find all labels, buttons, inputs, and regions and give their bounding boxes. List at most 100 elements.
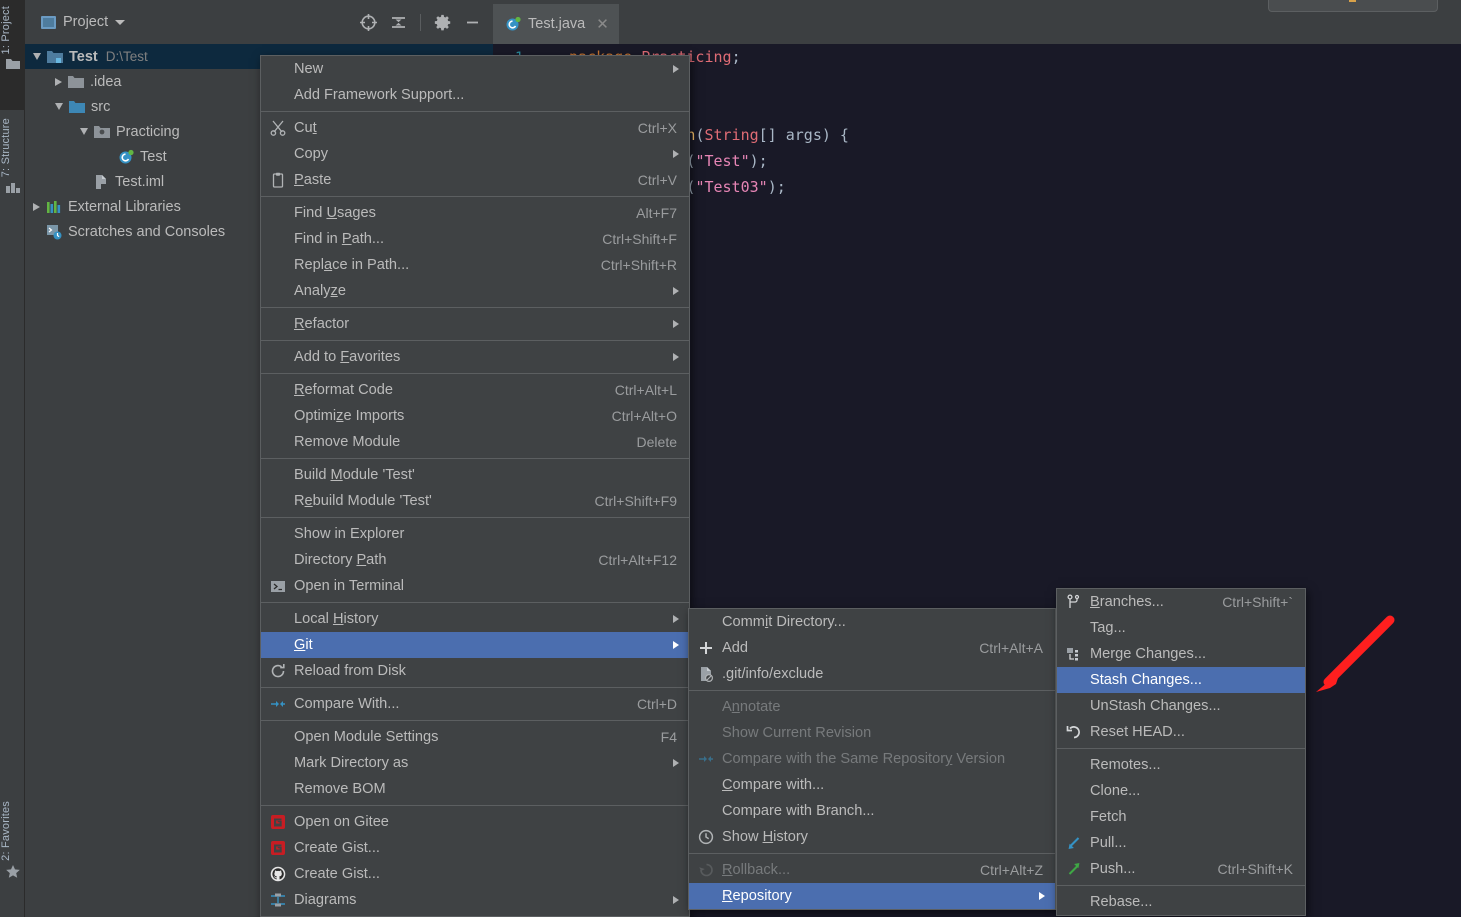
repo-item-merge-changes[interactable]: Merge Changes...: [1057, 641, 1305, 667]
repo-item-unstash-changes[interactable]: UnStash Changes...: [1057, 693, 1305, 719]
tree-label: src: [91, 99, 110, 115]
menu-item-add-framework-support[interactable]: Add Framework Support...: [261, 82, 689, 108]
menu-item-directory-path[interactable]: Directory PathCtrl+Alt+F12: [261, 547, 689, 573]
menu-item-copy[interactable]: Copy: [261, 141, 689, 167]
menu-item-optimize-imports[interactable]: Optimize ImportsCtrl+Alt+O: [261, 403, 689, 429]
menu-item-find-usages[interactable]: Find UsagesAlt+F7: [261, 200, 689, 226]
menu-item-refactor[interactable]: Refactor: [261, 311, 689, 337]
chevron-down-icon[interactable]: [80, 128, 88, 135]
menu-item-label: Pull...: [1090, 835, 1127, 851]
repo-item-clone[interactable]: Clone...: [1057, 778, 1305, 804]
pull-icon: [1066, 835, 1082, 851]
menu-item-create-gist[interactable]: Create Gist...: [261, 835, 689, 861]
menu-item-label: Find in Path...: [294, 231, 384, 247]
menu-item-rebuild-module-test[interactable]: Rebuild Module 'Test'Ctrl+Shift+F9: [261, 488, 689, 514]
menu-item-build-module-test[interactable]: Build Module 'Test': [261, 462, 689, 488]
repository-submenu[interactable]: Branches...Ctrl+Shift+`Tag...Merge Chang…: [1056, 588, 1306, 916]
menu-item-mark-directory-as[interactable]: Mark Directory as: [261, 750, 689, 776]
menu-item-shortcut: Ctrl+Shift+K: [1218, 861, 1293, 877]
repo-item-remotes[interactable]: Remotes...: [1057, 752, 1305, 778]
menu-item-label: Analyze: [294, 283, 346, 299]
menu-item-new[interactable]: New: [261, 56, 689, 82]
menu-item-remove-module[interactable]: Remove ModuleDelete: [261, 429, 689, 455]
menu-item-find-in-path[interactable]: Find in Path...Ctrl+Shift+F: [261, 226, 689, 252]
minimize-icon[interactable]: [464, 14, 481, 31]
context-menu[interactable]: NewAdd Framework Support... CutCtrl+XCopy…: [260, 55, 690, 917]
chevron-down-icon[interactable]: [55, 103, 63, 110]
git-item-commit-directory[interactable]: Commit Directory...: [689, 609, 1055, 635]
repo-item-pull[interactable]: Pull...: [1057, 830, 1305, 856]
compare-icon: [270, 696, 286, 712]
git-item-add[interactable]: AddCtrl+Alt+A: [689, 635, 1055, 661]
menu-item-label: Show Current Revision: [722, 725, 871, 741]
git-item-repository[interactable]: Repository: [689, 883, 1055, 909]
chevron-down-icon[interactable]: [115, 20, 125, 25]
tab-label: Test.java: [528, 16, 585, 32]
project-panel-title-group[interactable]: Project: [41, 14, 125, 30]
menu-item-local-history[interactable]: Local History: [261, 606, 689, 632]
git-item-compare-with-branch[interactable]: Compare with Branch...: [689, 798, 1055, 824]
tree-label: Test: [69, 49, 98, 65]
tree-spacer: [33, 227, 40, 236]
menu-separator: [261, 687, 689, 688]
repo-item-push[interactable]: Push...Ctrl+Shift+K: [1057, 856, 1305, 882]
git-submenu[interactable]: Commit Directory... AddCtrl+Alt+A .git/inf…: [688, 608, 1056, 910]
chevron-right-icon: [673, 287, 679, 295]
chevron-right-icon[interactable]: [55, 78, 62, 86]
menu-item-remove-bom[interactable]: Remove BOM: [261, 776, 689, 802]
repo-item-stash-changes[interactable]: Stash Changes...: [1057, 667, 1305, 693]
menu-item-label: .git/info/exclude: [722, 666, 823, 682]
menu-item-shortcut: Ctrl+Shift+`: [1222, 594, 1293, 610]
annotation-arrow-icon: [1300, 612, 1395, 697]
repo-item-fetch[interactable]: Fetch: [1057, 804, 1305, 830]
menu-item-paste[interactable]: PasteCtrl+V: [261, 167, 689, 193]
menu-separator: [261, 602, 689, 603]
menu-item-open-module-settings[interactable]: Open Module SettingsF4: [261, 724, 689, 750]
java-class-icon: [505, 16, 521, 32]
menu-item-label: Commit Directory...: [722, 614, 846, 630]
menu-item-reload-from-disk[interactable]: Reload from Disk: [261, 658, 689, 684]
sidebar-item-structure[interactable]: 7: Structure: [0, 112, 25, 222]
menu-item-open-on-gitee[interactable]: Open on Gitee: [261, 809, 689, 835]
menu-item-create-gist[interactable]: Create Gist...: [261, 861, 689, 887]
menu-item-open-in-terminal[interactable]: Open in Terminal: [261, 573, 689, 599]
menu-item-label: Remotes...: [1090, 757, 1161, 773]
repo-item-rebase[interactable]: Rebase...: [1057, 889, 1305, 915]
menu-item-compare-with[interactable]: Compare With...Ctrl+D: [261, 691, 689, 717]
sidebar-item-project[interactable]: 1: Project: [0, 0, 25, 110]
collapse-all-icon[interactable]: [390, 14, 407, 31]
tree-path: D:\Test: [106, 49, 148, 64]
chevron-right-icon: [1039, 892, 1045, 900]
menu-item-add-to-favorites[interactable]: Add to Favorites: [261, 344, 689, 370]
git-item-rollback: Rollback...Ctrl+Alt+Z: [689, 857, 1055, 883]
gear-icon[interactable]: [434, 14, 451, 31]
repo-item-tag[interactable]: Tag...: [1057, 615, 1305, 641]
toolbar-widget-partial[interactable]: [1268, 0, 1438, 12]
sidebar-item-favorites[interactable]: 2: Favorites: [0, 795, 25, 907]
page-title: Project: [63, 14, 108, 30]
git-item-compare-with[interactable]: Compare with...: [689, 772, 1055, 798]
menu-item-analyze[interactable]: Analyze: [261, 278, 689, 304]
menu-item-replace-in-path[interactable]: Replace in Path...Ctrl+Shift+R: [261, 252, 689, 278]
menu-item-show-in-explorer[interactable]: Show in Explorer: [261, 521, 689, 547]
menu-item-diagrams[interactable]: Diagrams: [261, 887, 689, 913]
tree-label: Test: [140, 149, 167, 165]
locate-icon[interactable]: [360, 14, 377, 31]
chevron-right-icon[interactable]: [33, 203, 40, 211]
tree-label: Practicing: [116, 124, 180, 140]
repo-item-reset-head[interactable]: Reset HEAD...: [1057, 719, 1305, 745]
git-item-show-history[interactable]: Show History: [689, 824, 1055, 850]
menu-item-git[interactable]: Git: [261, 632, 689, 658]
repo-item-branches[interactable]: Branches...Ctrl+Shift+`: [1057, 589, 1305, 615]
close-icon[interactable]: ✕: [596, 15, 609, 33]
package-icon: [94, 125, 110, 139]
git-item-git-info-exclude[interactable]: .git/info/exclude: [689, 661, 1055, 687]
menu-separator: [261, 458, 689, 459]
menu-item-reformat-code[interactable]: Reformat CodeCtrl+Alt+L: [261, 377, 689, 403]
chevron-down-icon[interactable]: [33, 53, 41, 60]
git-item-annotate: Annotate: [689, 694, 1055, 720]
tree-label: External Libraries: [68, 199, 181, 215]
menu-item-label: Rebuild Module 'Test': [294, 493, 432, 509]
menu-item-cut[interactable]: CutCtrl+X: [261, 115, 689, 141]
tab-test-java[interactable]: Test.java ✕: [493, 4, 619, 44]
